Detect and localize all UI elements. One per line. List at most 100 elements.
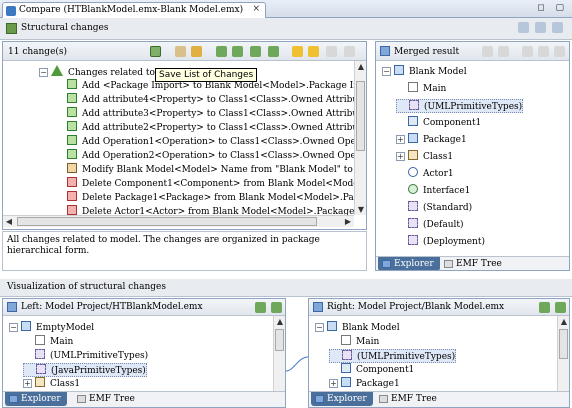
right-vertical-scrollbar[interactable]: ▲ bbox=[557, 316, 569, 391]
scroll-thumb[interactable] bbox=[17, 217, 317, 226]
change-row[interactable]: Add Operation1<Operation> to Class1<Clas… bbox=[67, 135, 354, 149]
right-tab-explorer[interactable]: Explorer bbox=[311, 392, 373, 406]
explorer-icon bbox=[382, 260, 391, 268]
tree-item[interactable]: Actor1 bbox=[396, 167, 454, 181]
left-vertical-scrollbar[interactable]: ▲ bbox=[273, 316, 285, 391]
tree-item[interactable]: − EmptyModel bbox=[9, 321, 94, 335]
tree-item[interactable]: (Default) bbox=[396, 218, 464, 232]
tree-item[interactable]: (UMLPrimitiveTypes) bbox=[329, 349, 457, 363]
scroll-up-icon[interactable]: ▲ bbox=[274, 316, 285, 327]
scroll-thumb[interactable] bbox=[559, 329, 568, 359]
reject-all-icon[interactable] bbox=[268, 46, 279, 57]
changes-horizontal-scrollbar[interactable]: ◀ ▶ bbox=[3, 215, 354, 227]
tree-item[interactable]: − Blank Model bbox=[382, 65, 467, 79]
change-row[interactable]: Modify Blank Model<Model> Name from "Bla… bbox=[67, 163, 354, 177]
change-row[interactable]: Delete Component1<Component> from Blank … bbox=[67, 177, 354, 191]
scroll-left-icon[interactable]: ◀ bbox=[3, 216, 15, 227]
change-row[interactable]: Add attribute3<Property> to Class1<Class… bbox=[67, 107, 354, 121]
tree-item[interactable]: Component1 bbox=[329, 363, 414, 377]
tree-item-label: Main bbox=[356, 337, 380, 347]
scroll-thumb[interactable] bbox=[356, 81, 365, 151]
changes-vertical-scrollbar[interactable]: ▲ ▼ bbox=[354, 61, 366, 215]
collapse-toggle-icon[interactable]: − bbox=[382, 67, 391, 76]
tree-item[interactable]: (UMLPrimitiveTypes) bbox=[23, 349, 148, 363]
reject-change-icon[interactable] bbox=[250, 46, 261, 57]
accept-all-icon[interactable] bbox=[232, 46, 243, 57]
copy-left-icon[interactable] bbox=[344, 46, 355, 57]
link-icon[interactable] bbox=[554, 46, 565, 57]
merged-tree[interactable]: − Blank Model Main (UMLPrimitiveTypes) Compo… bbox=[376, 63, 569, 253]
collapse-toggle-icon[interactable]: − bbox=[39, 68, 48, 77]
change-row[interactable]: Delete Package1<Package> from Blank Mode… bbox=[67, 191, 354, 205]
next-change-icon[interactable] bbox=[292, 46, 303, 57]
layout-icon[interactable] bbox=[535, 22, 546, 33]
previous-change-icon[interactable] bbox=[308, 46, 319, 57]
tree-item[interactable]: + Class1 bbox=[23, 377, 80, 389]
class-icon bbox=[408, 150, 418, 160]
scroll-down-icon[interactable]: ▼ bbox=[355, 204, 366, 215]
filter-icon[interactable] bbox=[175, 46, 186, 57]
tree-item[interactable]: Main bbox=[396, 82, 446, 96]
tree-item[interactable]: (Deployment) bbox=[396, 235, 485, 249]
tree-item[interactable]: Main bbox=[23, 335, 73, 349]
left-model-tree[interactable]: − EmptyModel Main (UMLPrimitiveTypes) (JavaP… bbox=[3, 319, 273, 389]
tree-item[interactable]: + Package1 bbox=[396, 133, 467, 147]
right-tab-emf-tree[interactable]: EMF Tree bbox=[375, 392, 443, 406]
close-icon[interactable]: × bbox=[253, 4, 261, 14]
tree-item[interactable]: Interface1 bbox=[396, 184, 470, 198]
change-row[interactable]: Add Operation2<Operation> to Class1<Clas… bbox=[67, 149, 354, 163]
tree-item-label: Main bbox=[50, 337, 74, 347]
undo-icon[interactable] bbox=[482, 46, 493, 57]
tree-item[interactable]: + Class1 bbox=[396, 150, 453, 164]
tree-item[interactable]: (UMLPrimitiveTypes) bbox=[396, 99, 524, 113]
expand-toggle-icon[interactable]: + bbox=[396, 152, 405, 161]
expand-toggle-icon[interactable]: + bbox=[23, 379, 32, 388]
tree-item[interactable]: Component1 bbox=[396, 116, 481, 130]
visualization-title: Visualization of structural changes bbox=[7, 282, 166, 292]
right-model-tree[interactable]: − Blank Model Main (UMLPrimitiveTypes) Compo… bbox=[309, 319, 557, 389]
diagram-icon bbox=[341, 335, 351, 345]
collapse-all-icon[interactable] bbox=[538, 46, 549, 57]
copy-right-icon[interactable] bbox=[326, 46, 337, 57]
expand-all-icon[interactable] bbox=[522, 46, 533, 57]
scroll-right-icon[interactable]: ▶ bbox=[342, 216, 354, 227]
left-expand-icon[interactable] bbox=[255, 302, 266, 313]
tree-item[interactable]: − Blank Model bbox=[315, 321, 400, 335]
redo-icon[interactable] bbox=[498, 46, 509, 57]
right-expand-icon[interactable] bbox=[539, 302, 550, 313]
expand-toggle-icon[interactable]: + bbox=[396, 135, 405, 144]
right-collapse-icon[interactable] bbox=[555, 302, 566, 313]
tree-item[interactable]: (Standard) bbox=[396, 201, 472, 215]
tree-item[interactable]: (JavaPrimitiveTypes) bbox=[23, 363, 147, 377]
right-model-icon bbox=[313, 302, 323, 312]
scroll-up-icon[interactable]: ▲ bbox=[355, 61, 366, 72]
collapse-toggle-icon[interactable]: − bbox=[9, 323, 18, 332]
sync-icon[interactable] bbox=[518, 22, 529, 33]
editor-tab[interactable]: Compare (HTBlankModel.emx-Blank Model.em… bbox=[2, 2, 267, 18]
tab-emf-tree[interactable]: EMF Tree bbox=[440, 257, 508, 270]
changes-tree[interactable]: − Changes related to Blank Model Add <Pack… bbox=[3, 61, 354, 215]
settings-icon[interactable] bbox=[191, 46, 202, 57]
change-row[interactable]: Add attribute2<Property> to Class1<Class… bbox=[67, 121, 354, 135]
editor-tab-bar: Compare (HTBlankModel.emx-Blank Model.em… bbox=[0, 0, 572, 18]
modify-change-icon bbox=[67, 163, 77, 173]
change-row-label: Delete Component1<Component> from Blank … bbox=[82, 179, 354, 189]
change-row[interactable]: Delete Actor1<Actor> from Blank Model<Mo… bbox=[67, 205, 354, 215]
tree-item[interactable]: + Package1 bbox=[329, 377, 400, 389]
left-tab-explorer[interactable]: Explorer bbox=[5, 392, 67, 406]
change-row[interactable]: Add attribute4<Property> to Class1<Class… bbox=[67, 93, 354, 107]
change-row-label: Add attribute2<Property> to Class1<Class… bbox=[82, 123, 354, 133]
scroll-up-icon[interactable]: ▲ bbox=[558, 316, 569, 327]
tab-explorer[interactable]: Explorer bbox=[378, 257, 440, 270]
collapse-toggle-icon[interactable]: − bbox=[315, 323, 324, 332]
scroll-thumb[interactable] bbox=[275, 329, 284, 351]
left-collapse-icon[interactable] bbox=[271, 302, 282, 313]
explorer-icon bbox=[315, 395, 324, 403]
refresh-icon[interactable] bbox=[552, 22, 563, 33]
left-tab-emf-tree[interactable]: EMF Tree bbox=[73, 392, 141, 406]
window-controls[interactable]: ◻ ▢ bbox=[537, 3, 568, 13]
tree-item[interactable]: Main bbox=[329, 335, 379, 349]
save-changes-button[interactable] bbox=[150, 46, 161, 57]
accept-change-icon[interactable] bbox=[216, 46, 227, 57]
expand-toggle-icon[interactable]: + bbox=[329, 379, 338, 388]
